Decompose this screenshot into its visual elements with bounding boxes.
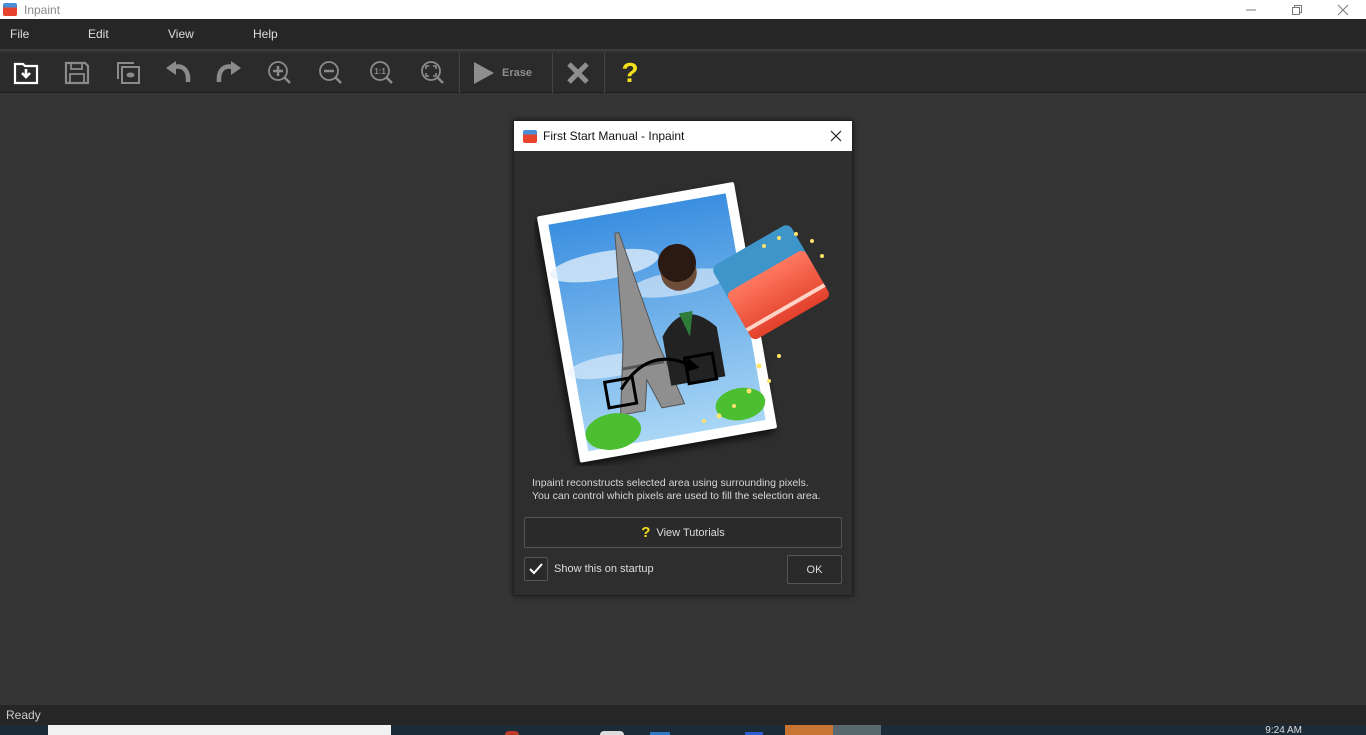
- inpaint-illustration: [537, 182, 829, 463]
- zoom-in-button[interactable]: [264, 57, 296, 89]
- close-button[interactable]: [1320, 0, 1366, 19]
- undo-button[interactable]: [162, 57, 194, 89]
- save-button[interactable]: [61, 57, 93, 89]
- toolbar-separator: [459, 53, 460, 93]
- taskbar-clock: 9:24 AM: [1265, 725, 1302, 735]
- zoom-in-icon: [268, 61, 291, 84]
- svg-text:1:1: 1:1: [374, 67, 386, 76]
- photo-card: [537, 182, 777, 463]
- restore-button[interactable]: [1274, 0, 1320, 19]
- description-line-1: Inpaint reconstructs selected area using…: [532, 477, 809, 489]
- toolbar-separator: [552, 53, 553, 93]
- zoom-out-icon: [319, 61, 342, 84]
- play-icon: [474, 62, 494, 84]
- toolbar-separator: [604, 53, 605, 93]
- menu-file[interactable]: File: [10, 27, 29, 41]
- close-icon: [830, 130, 842, 142]
- window-controls: [1228, 0, 1366, 19]
- taskbar-app-icon[interactable]: [600, 731, 624, 735]
- save-icon: [64, 61, 90, 85]
- erase-button[interactable]: Erase: [470, 57, 532, 89]
- menu-bar: File Edit View Help: [0, 19, 1366, 51]
- taskbar-search-box[interactable]: [48, 725, 391, 735]
- redo-button[interactable]: [213, 57, 245, 89]
- open-folder-icon: [13, 62, 39, 85]
- close-icon: [1337, 4, 1349, 15]
- actual-size-button[interactable]: 1:1: [366, 57, 398, 89]
- minimize-button[interactable]: [1228, 0, 1274, 19]
- fit-button[interactable]: [417, 57, 449, 89]
- restore-icon: [1292, 4, 1302, 15]
- window-title-bar: Inpaint: [0, 0, 1366, 19]
- view-tutorials-button[interactable]: ? View Tutorials: [524, 517, 842, 548]
- menu-edit[interactable]: Edit: [88, 27, 109, 41]
- erase-label: Erase: [502, 67, 532, 79]
- minimize-icon: [1246, 9, 1256, 10]
- description-line-2: You can control which pixels are used to…: [532, 490, 821, 502]
- app-logo-icon: [523, 129, 537, 143]
- taskbar-app-icon[interactable]: [505, 731, 519, 735]
- redo-icon: [216, 61, 241, 83]
- help-icon: ?: [621, 57, 639, 88]
- taskbar-app-active[interactable]: [833, 725, 881, 735]
- help-icon: ?: [641, 524, 651, 541]
- cancel-button[interactable]: [562, 57, 594, 89]
- help-button[interactable]: ?: [614, 57, 646, 89]
- view-tutorials-label: View Tutorials: [656, 526, 725, 539]
- first-start-dialog: First Start Manual - Inpaint Inpaint rec…: [513, 120, 853, 596]
- preview-button[interactable]: [112, 57, 144, 89]
- dialog-close-button[interactable]: [826, 126, 846, 146]
- zoom-actual-size-icon: 1:1: [370, 61, 393, 84]
- x-icon: [567, 62, 589, 84]
- status-text: Ready: [6, 708, 41, 722]
- toolbar: 1:1 Erase ?: [0, 53, 1366, 93]
- os-taskbar: 9:24 AM: [0, 725, 1366, 735]
- dialog-title-bar: First Start Manual - Inpaint: [514, 121, 852, 151]
- taskbar-app-inpaint[interactable]: [785, 725, 833, 735]
- menu-view[interactable]: View: [168, 27, 194, 41]
- checkmark-icon: [529, 563, 543, 575]
- status-bar: Ready: [0, 705, 1366, 725]
- ok-button[interactable]: OK: [787, 555, 842, 584]
- zoom-fit-icon: [421, 61, 444, 84]
- dialog-title: First Start Manual - Inpaint: [543, 129, 685, 143]
- preview-icon: [117, 62, 140, 84]
- app-logo-icon: [3, 3, 17, 16]
- dialog-description: Inpaint reconstructs selected area using…: [532, 477, 837, 503]
- undo-icon: [166, 61, 191, 83]
- show-on-startup-checkbox[interactable]: [524, 557, 548, 581]
- show-on-startup-label: Show this on startup: [554, 563, 654, 575]
- menu-help[interactable]: Help: [253, 27, 278, 41]
- open-button[interactable]: [10, 57, 42, 89]
- window-title: Inpaint: [24, 2, 61, 17]
- zoom-out-button[interactable]: [315, 57, 347, 89]
